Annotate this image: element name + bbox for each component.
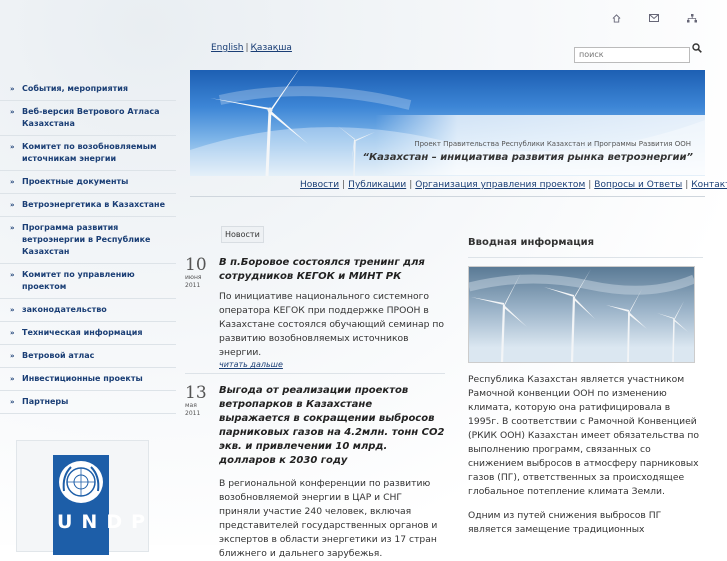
news-item: 10 июня 2011 В п.Боровое состоялся трени… [183, 250, 445, 374]
news-item: 13 мая 2011 Выгода от реализации проекто… [183, 378, 445, 561]
news-date: 10 июня 2011 [185, 256, 215, 290]
sidebar-item-label: Проектные документы [22, 177, 129, 186]
bullet-icon: » [10, 352, 15, 360]
bullet-icon: » [10, 375, 15, 383]
news-text: По инициативе национального системного о… [219, 291, 444, 358]
news-year: 2011 [185, 282, 201, 289]
bullet-icon: » [10, 271, 15, 279]
nav-sep: | [685, 180, 689, 190]
sitemap-icon[interactable] [687, 14, 697, 24]
sidebar-item-events[interactable]: » События, мероприятия [0, 78, 176, 101]
sidebar-item-label: События, мероприятия [22, 84, 128, 93]
bullet-icon: » [10, 224, 15, 232]
undp-letters: UNDP [57, 511, 155, 533]
search-box [574, 42, 702, 63]
news-divider [185, 373, 445, 374]
sidebar-item-label: Партнеры [22, 397, 69, 406]
sidebar-item-label: законодательство [22, 305, 107, 314]
bullet-icon: » [10, 143, 15, 151]
sidebar-item-label: Техническая информация [22, 328, 143, 337]
un-emblem-icon [59, 461, 103, 503]
intro-divider [468, 257, 703, 258]
nav-sep: | [588, 180, 592, 190]
sidebar-item-partners[interactable]: » Партнеры [0, 391, 176, 414]
bullet-icon: » [10, 178, 15, 186]
sidebar-item-label: Программа развития ветроэнергии в Респуб… [22, 223, 151, 256]
news-title[interactable]: В п.Боровое состоялся тренинг для сотруд… [219, 250, 445, 284]
nav-contacts[interactable]: Контакты [691, 180, 727, 190]
top-navigation: Новости | Публикации | Организация управлени… [300, 180, 727, 190]
nav-divider [190, 196, 705, 197]
sidebar-item-label: Комитет по управлению проектом [22, 270, 135, 291]
nav-sep: | [342, 180, 346, 190]
news-year: 2011 [185, 410, 201, 417]
nav-project-management[interactable]: Организация управления проектом [415, 180, 585, 190]
news-month: мая [185, 402, 197, 409]
news-month: июня [185, 274, 202, 281]
mail-icon[interactable] [649, 14, 659, 24]
intro-paragraph: Одним из путей снижения выбросов ПГ явля… [468, 510, 662, 535]
bullet-icon: » [10, 306, 15, 314]
intro-panel: Вводная информация Республика Казахстан … [468, 237, 703, 537]
banner-subtitle: Проект Правительства Республики Казахста… [414, 140, 691, 148]
bullet-icon: » [10, 398, 15, 406]
news-day: 13 [185, 383, 207, 403]
header-banner: Проект Правительства Республики Казахста… [190, 70, 705, 176]
sidebar-item-wind-atlas-web[interactable]: » Веб-версия Ветрового Атласа Казахстана [0, 101, 176, 136]
sidebar-item-investment-projects[interactable]: » Инвестиционные проекты [0, 368, 176, 391]
sidebar-item-label: Веб-версия Ветрового Атласа Казахстана [22, 107, 160, 128]
sidebar-item-steering-committee[interactable]: » Комитет по управлению проектом [0, 264, 176, 299]
nav-news[interactable]: Новости [300, 180, 339, 190]
undp-logo[interactable]: UNDP [53, 455, 145, 555]
intro-paragraph: Республика Казахстан является участником… [468, 374, 700, 497]
sidebar-item-renewable-committee[interactable]: » Комитет по возобновляемым источникам эн… [0, 136, 176, 171]
news-list: 10 июня 2011 В п.Боровое состоялся трени… [183, 250, 445, 561]
bullet-icon: » [10, 201, 15, 209]
news-tab[interactable]: Новости [221, 226, 264, 243]
sidebar-item-development-program[interactable]: » Программа развития ветроэнергии в Респу… [0, 217, 176, 264]
wind-farm-photo [468, 266, 695, 363]
sidebar-item-label: Инвестиционные проекты [22, 374, 143, 383]
lang-kazakh-link[interactable]: Қазақша [251, 43, 292, 53]
sidebar-item-wind-atlas[interactable]: » Ветровой атлас [0, 345, 176, 368]
sidebar-item-legislation[interactable]: » законодательство [0, 299, 176, 322]
sidebar-menu: » События, мероприятия » Веб-версия Ветров… [0, 78, 176, 414]
bullet-icon: » [10, 85, 15, 93]
sidebar-item-wind-energy-kz[interactable]: » Ветроэнергетика в Казахстане [0, 194, 176, 217]
bullet-icon: » [10, 329, 15, 337]
sidebar-item-label: Ветроэнергетика в Казахстане [22, 200, 165, 209]
bullet-icon: » [10, 108, 15, 116]
search-icon[interactable] [692, 43, 702, 56]
lang-english-link[interactable]: English [211, 43, 244, 53]
sidebar-item-technical-info[interactable]: » Техническая информация [0, 322, 176, 345]
news-text: В региональной конференции по развитию в… [219, 478, 438, 559]
sidebar-item-label: Комитет по возобновляемым источникам эне… [22, 142, 157, 163]
nav-publications[interactable]: Публикации [348, 180, 406, 190]
sidebar-item-project-docs[interactable]: » Проектные документы [0, 171, 176, 194]
news-title[interactable]: Выгода от реализации проектов ветропарко… [219, 378, 445, 468]
home-icon[interactable] [611, 14, 621, 24]
news-day: 10 [185, 255, 207, 275]
wind-farm-illustration [469, 269, 694, 362]
utility-icons [611, 14, 697, 24]
read-more-link[interactable]: читать дальше [219, 360, 445, 369]
banner-headline: “Казахстан – инициатива развития рынка в… [362, 152, 693, 163]
lang-separator: | [245, 43, 249, 53]
nav-sep: | [409, 180, 413, 190]
search-input[interactable] [574, 46, 690, 63]
news-date: 13 мая 2011 [185, 384, 215, 418]
sidebar-item-label: Ветровой атлас [22, 351, 95, 360]
language-switcher: English | Қазақша [211, 43, 292, 53]
nav-faq[interactable]: Вопросы и Ответы [594, 180, 682, 190]
intro-title: Вводная информация [468, 237, 595, 248]
